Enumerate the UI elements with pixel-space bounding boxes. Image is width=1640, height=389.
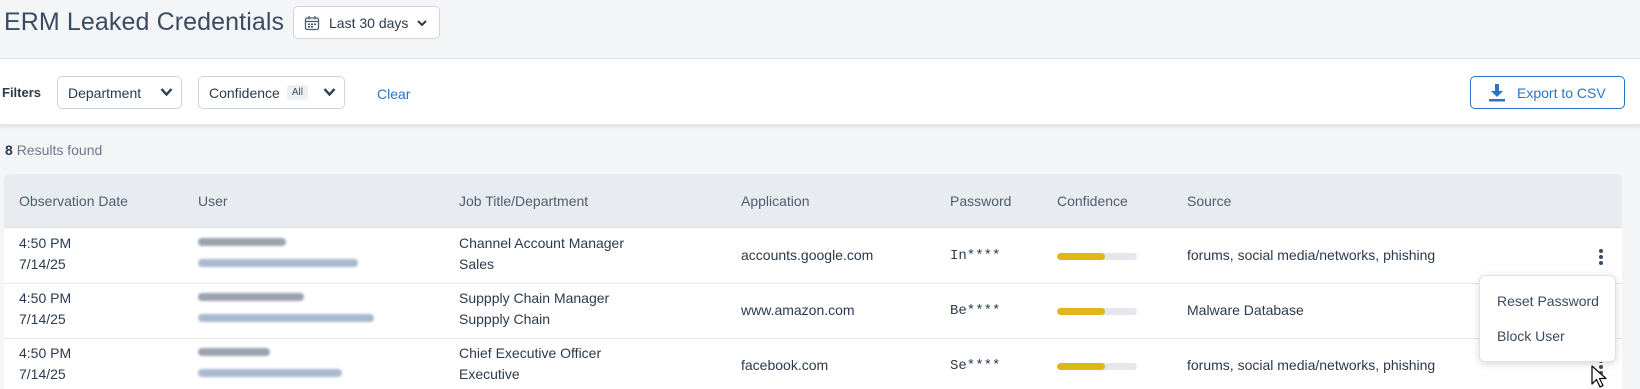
password-masked: Be**** (950, 303, 1001, 319)
calendar-icon (304, 15, 320, 30)
department-filter[interactable]: Department (57, 76, 182, 109)
confidence-bar-fill (1057, 253, 1105, 260)
results-number: 8 (5, 142, 13, 158)
source: Malware Database (1187, 302, 1304, 318)
column-header-source[interactable]: Source (1187, 193, 1231, 209)
user-redacted (198, 348, 348, 377)
column-header-password[interactable]: Password (950, 193, 1011, 209)
column-header-observation-date[interactable]: Observation Date (19, 193, 128, 209)
column-header-confidence[interactable]: Confidence (1057, 193, 1128, 209)
observation-date: 4:50 PM 7/14/25 (19, 343, 71, 385)
chevron-down-icon (323, 88, 336, 97)
table-row[interactable]: 4:50 PM 7/14/25 Channel Account Manager … (4, 229, 1622, 284)
filters-label: Filters (2, 85, 42, 100)
block-user-menu-item[interactable]: Block User (1497, 328, 1565, 344)
row-actions-kebab-icon[interactable] (1594, 247, 1608, 267)
download-icon (1489, 83, 1505, 101)
redacted-user-name (198, 348, 270, 356)
observation-day: 7/14/25 (19, 256, 66, 272)
chevron-down-icon (160, 88, 173, 97)
job-title: Channel Account Manager (459, 235, 624, 251)
job-title-department: Channel Account Manager Sales (459, 233, 624, 275)
application: accounts.google.com (741, 247, 874, 263)
department: Sales (459, 256, 495, 272)
redacted-user-name (198, 293, 304, 301)
user-redacted (198, 238, 368, 267)
date-range-label: Last 30 days (329, 14, 409, 31)
observation-date: 4:50 PM 7/14/25 (19, 288, 71, 330)
job-title-department: Suppply Chain Manager Suppply Chain (459, 288, 609, 330)
observation-time: 4:50 PM (19, 345, 72, 361)
confidence-bar-fill (1057, 308, 1105, 315)
row-actions-menu: Reset Password Block User (1479, 275, 1616, 362)
confidence-bar (1057, 308, 1137, 315)
password-masked: In**** (950, 248, 1001, 264)
mouse-pointer-icon (1591, 365, 1607, 388)
job-title: Suppply Chain Manager (459, 290, 610, 306)
confidence-filter-label: Confidence (209, 84, 280, 101)
observation-time: 4:50 PM (19, 290, 72, 306)
column-header-user[interactable]: User (198, 193, 228, 209)
observation-day: 7/14/25 (19, 311, 66, 327)
source: forums, social media/networks, phishing (1187, 247, 1436, 263)
redacted-user-email (198, 369, 342, 377)
column-header-application[interactable]: Application (741, 193, 810, 209)
password-masked: Se**** (950, 358, 1001, 374)
department: Executive (459, 366, 520, 382)
application: www.amazon.com (741, 302, 855, 318)
department-filter-label: Department (68, 84, 142, 101)
date-range-button[interactable]: Last 30 days (293, 6, 440, 39)
reset-password-menu-item[interactable]: Reset Password (1497, 293, 1599, 309)
application: facebook.com (741, 357, 829, 373)
top-bar: ERM Leaked Credentials Last 30 days (0, 0, 1640, 59)
redacted-user-name (198, 238, 286, 246)
column-header-job-title[interactable]: Job Title/Department (459, 193, 588, 209)
department: Suppply Chain (459, 311, 551, 327)
user-redacted (198, 293, 378, 322)
table-row[interactable]: 4:50 PM 7/14/25 Suppply Chain Manager Su… (4, 284, 1622, 339)
source: forums, social media/networks, phishing (1187, 357, 1436, 373)
redacted-user-email (198, 259, 358, 267)
job-title: Chief Executive Officer (459, 345, 602, 361)
table-header: Observation Date User Job Title/Departme… (4, 174, 1622, 228)
results-count: 8 Results found (5, 142, 102, 158)
confidence-bar (1057, 253, 1137, 260)
chevron-down-icon (417, 19, 428, 26)
observation-time: 4:50 PM (19, 235, 72, 251)
observation-date: 4:50 PM 7/14/25 (19, 233, 71, 275)
confidence-bar (1057, 363, 1137, 370)
confidence-filter-pill: All (286, 85, 308, 100)
filter-bar: Filters Department Confidence All Clear … (0, 59, 1640, 125)
export-csv-label: Export to CSV (1517, 84, 1606, 101)
observation-day: 7/14/25 (19, 366, 66, 382)
page-title: ERM Leaked Credentials (4, 8, 285, 36)
export-csv-button[interactable]: Export to CSV (1470, 76, 1625, 109)
clear-filters-link[interactable]: Clear (377, 86, 410, 102)
confidence-bar-fill (1057, 363, 1105, 370)
table-row[interactable]: 4:50 PM 7/14/25 Chief Executive Officer … (4, 339, 1622, 389)
results-label: Results found (16, 142, 103, 158)
confidence-filter[interactable]: Confidence All (198, 76, 345, 109)
credentials-table: Observation Date User Job Title/Departme… (4, 174, 1622, 389)
job-title-department: Chief Executive Officer Executive (459, 343, 601, 385)
redacted-user-email (198, 314, 374, 322)
